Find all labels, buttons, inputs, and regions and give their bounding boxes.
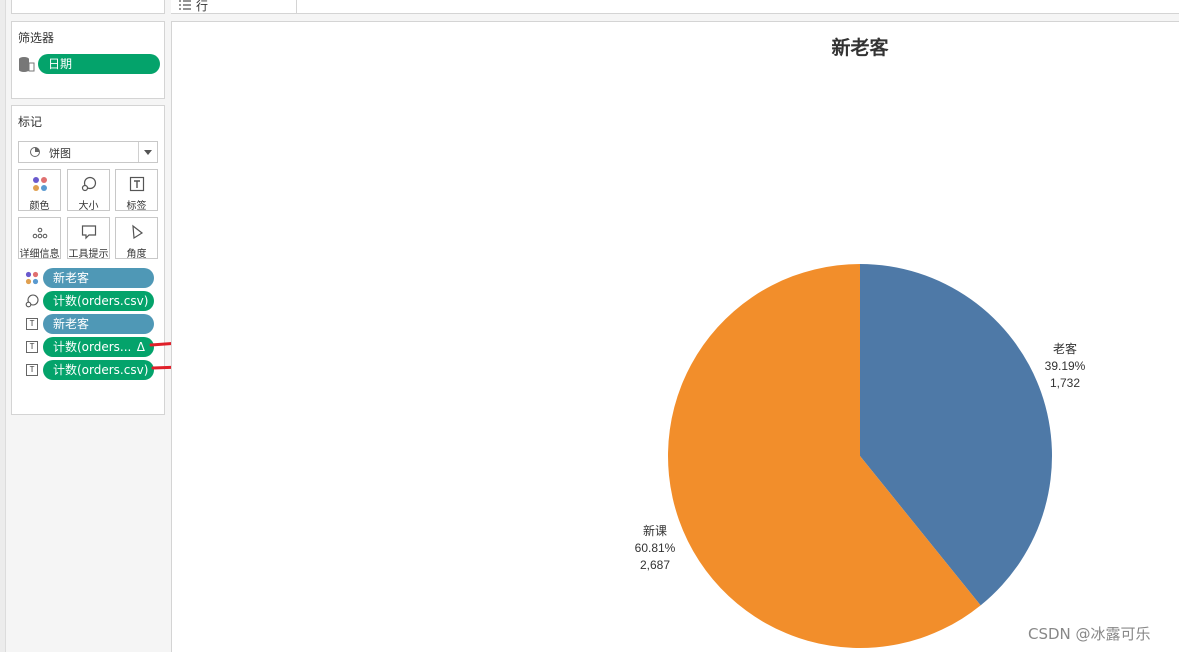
- rows-label: 行: [196, 0, 209, 13]
- detail-button-label: 详细信息: [19, 249, 60, 260]
- pie-label-1-name: 新课: [643, 523, 667, 538]
- left-edge-strip: [0, 0, 6, 652]
- rows-icon: [179, 0, 191, 10]
- rows-shelf-box[interactable]: 行: [171, 0, 297, 14]
- shelf-pill-label-count[interactable]: 计数(orders.csv): [43, 360, 154, 380]
- pie-label-0-name: 老客: [1053, 341, 1077, 356]
- pie-label-1-percent: 60.81%: [635, 541, 676, 555]
- angle-button[interactable]: 角度: [115, 217, 158, 260]
- filters-title: 筛选器: [18, 31, 55, 45]
- label-button[interactable]: 标签: [115, 169, 158, 212]
- filter-pill-date[interactable]: 日期: [38, 54, 160, 74]
- detail-dots-icon: [32, 227, 47, 239]
- label-text-icon: [129, 176, 144, 192]
- color-button-label: 颜色: [29, 201, 50, 212]
- shelf-pill-color-newold[interactable]: 新老客: [43, 268, 154, 288]
- detail-button[interactable]: 详细信息: [18, 217, 61, 260]
- watermark: CSDN @冰露可乐: [1028, 625, 1151, 643]
- pie-slices: [668, 264, 1052, 649]
- pie-label-1-count: 2,687: [640, 558, 670, 572]
- size-icon: [81, 176, 96, 192]
- color-button[interactable]: 颜色: [18, 169, 61, 212]
- dropdown-separator: [138, 142, 139, 162]
- angle-button-label: 角度: [126, 249, 147, 260]
- rows-shelf: 行: [171, 0, 1179, 14]
- label-text-icon: T: [26, 341, 38, 353]
- tooltip-button-label: 工具提示: [68, 249, 109, 260]
- chart-title: 新老客: [831, 36, 889, 59]
- mark-type-label: 饼图: [49, 147, 71, 160]
- shelf-pill-label-newold[interactable]: 新老客: [43, 314, 154, 334]
- label-text-icon: T: [26, 364, 38, 376]
- tooltip-icon: [81, 225, 96, 240]
- size-button[interactable]: 大小: [67, 169, 110, 212]
- mark-type-dropdown[interactable]: 饼图: [18, 141, 158, 163]
- shelf-pill-label-count-percent[interactable]: 计数(orders... Δ: [43, 337, 154, 357]
- pie-label-0-count: 1,732: [1050, 376, 1080, 390]
- chevron-down-icon: [144, 150, 152, 155]
- pie-label-0-percent: 39.19%: [1045, 359, 1086, 373]
- pie-mark-icon: [30, 147, 40, 157]
- color-dots-icon: [32, 177, 47, 191]
- pie-chart: 新老客 老客 39.19% 1,732 新课 60.81% 2,687: [635, 36, 1086, 649]
- marks-card: 标记 饼图 颜色 大小 标签 详细信息 工具提示 角度 新老客 计数(order…: [11, 105, 165, 415]
- color-dots-icon: [25, 271, 39, 285]
- tooltip-button[interactable]: 工具提示: [67, 217, 110, 260]
- angle-icon: [131, 224, 143, 240]
- database-icon: [19, 57, 35, 72]
- label-button-label: 标签: [126, 201, 147, 212]
- size-button-label: 大小: [78, 201, 99, 212]
- chart-canvas: 新老客 老客 39.19% 1,732 新课 60.81% 2,687: [171, 21, 1179, 652]
- pages-card: [11, 0, 165, 14]
- shelf-pill-text: 计数(orders...: [53, 340, 132, 354]
- shelf-pill-size-count[interactable]: 计数(orders.csv): [43, 291, 154, 311]
- marks-title: 标记: [18, 115, 43, 129]
- label-text-icon: T: [26, 318, 38, 330]
- size-icon: [25, 294, 39, 308]
- filters-card: 筛选器 日期: [11, 21, 165, 99]
- delta-icon: Δ: [136, 340, 145, 354]
